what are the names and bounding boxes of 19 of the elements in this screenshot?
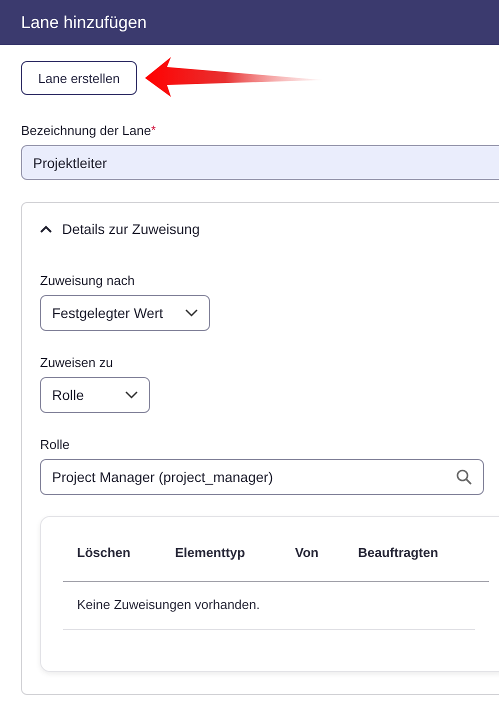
column-header: Elementtyp [175, 545, 246, 562]
dropdown[interactable]: Festgelegter Wert [40, 295, 210, 331]
details-toggle[interactable]: Details zur Zuweisung [40, 219, 200, 239]
window-title: Lane hinzufügen [21, 12, 147, 32]
field-label: Zuweisung nach [40, 273, 136, 288]
search-field[interactable]: Project Manager (project_manager) [40, 459, 484, 495]
search-icon [456, 469, 472, 485]
dropdown[interactable]: Rolle [40, 377, 150, 413]
create-lane-button[interactable]: Lane erstellen [21, 61, 137, 95]
field-label: Rolle [40, 437, 71, 452]
column-header: Von [295, 545, 320, 562]
chevron-down-icon [185, 309, 198, 317]
chevron-down-icon [125, 391, 138, 399]
column-header: Löschen [77, 545, 132, 562]
field-label: Bezeichnung der Lane* [21, 123, 157, 138]
field-label: Zuweisen zu [40, 355, 114, 370]
column-header: Beauftragten [358, 545, 440, 562]
lane-name-input[interactable]: Projektleiter [21, 145, 499, 180]
empty-message: Keine Zuweisungen vorhanden. [77, 597, 260, 612]
